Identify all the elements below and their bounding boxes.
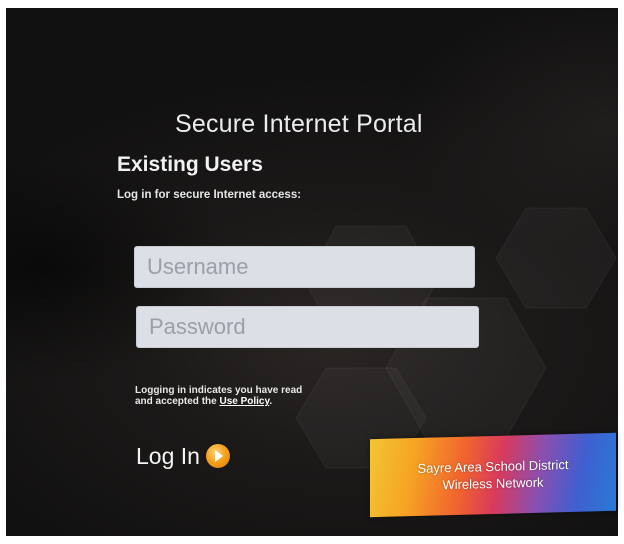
legal-line-1: Logging in indicates you have read (135, 385, 303, 396)
district-banner: Sayre Area School District Wireless Netw… (370, 432, 616, 518)
arrow-right-circle-icon[interactable] (205, 444, 230, 468)
section-heading: Existing Users (117, 153, 263, 176)
legal-line-2-prefix: and accepted the (135, 396, 220, 407)
legal-line-2: and accepted the Use Policy. (135, 396, 302, 407)
use-policy-link[interactable]: Use Policy (219, 396, 269, 407)
photo-frame: Secure Internet Portal Existing Users Lo… (0, 0, 624, 544)
legal-notice: Logging in indicates you have read and a… (135, 385, 302, 407)
banner-line-1: Sayre Area School District (417, 457, 569, 476)
legal-line-2-suffix: . (269, 396, 273, 407)
banner-line-2: Wireless Network (442, 474, 544, 493)
password-input[interactable] (136, 306, 479, 348)
username-input[interactable] (134, 246, 475, 288)
login-instructions: Log in for secure Internet access: (117, 189, 302, 201)
login-button[interactable]: Log In (136, 438, 230, 474)
page-title: Secure Internet Portal (175, 110, 423, 138)
background-hexagon (495, 207, 617, 309)
login-label: Log In (136, 442, 200, 469)
